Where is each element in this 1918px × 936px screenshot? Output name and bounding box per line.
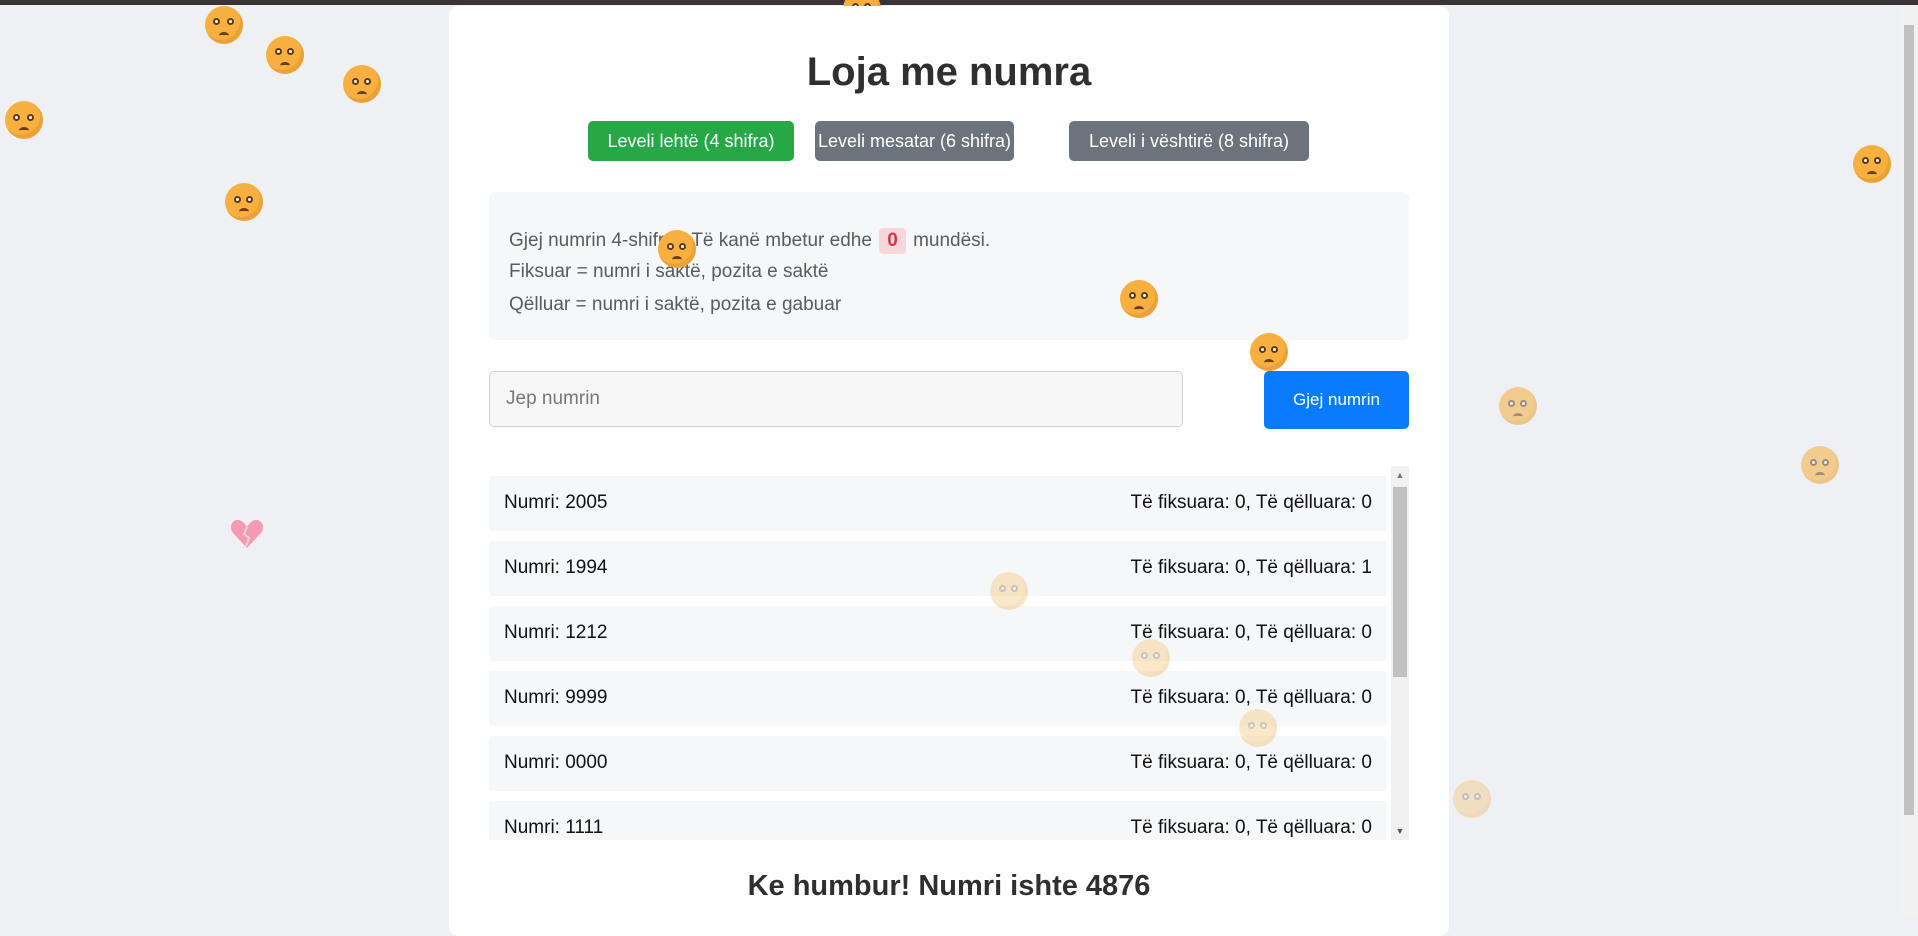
list-item: Numri: 1994 Të fiksuara: 0, Të qëlluara:…	[489, 541, 1387, 596]
anxious-face-icon	[1499, 387, 1537, 425]
crying-face-icon	[205, 6, 243, 44]
page-title: Loja me numra	[806, 50, 1092, 94]
guess-number: Numri: 9999	[504, 687, 608, 708]
anxious-face-icon	[1239, 709, 1277, 747]
guess-button[interactable]: Gjej numrin	[1264, 371, 1409, 429]
game-card: Loja me numra Leveli lehtë (4 shifra) Le…	[449, 6, 1449, 936]
result-message: Ke humbur! Numri ishte 4876	[747, 870, 1151, 902]
guess-result: Të fiksuara: 0, Të qëlluara: 1	[1130, 557, 1373, 578]
instructions-line-3: Qëlluar = numri i saktë, pozita e gabuar	[509, 294, 842, 315]
crying-face-icon	[1853, 145, 1891, 183]
level-selector: Leveli lehtë (4 shifra) Leveli mesatar (…	[449, 121, 1449, 161]
anxious-face-icon	[1801, 446, 1839, 484]
scroll-up-arrow-icon[interactable]: ▲	[1391, 470, 1409, 480]
list-item: Numri: 1212 Të fiksuara: 0, Të qëlluara:…	[489, 606, 1387, 661]
instructions-box: Gjej numrin 4-shifror! Të kanë mbetur ed…	[489, 192, 1409, 340]
guess-number: Numri: 0000	[504, 752, 608, 773]
browser-top-edge	[0, 0, 1918, 5]
broken-heart-icon	[230, 519, 264, 548]
list-item: Numri: 1111 Të fiksuara: 0, Të qëlluara:…	[489, 801, 1387, 840]
level-medium-button[interactable]: Leveli mesatar (6 shifra)	[815, 121, 1014, 161]
guess-number: Numri: 1994	[504, 557, 608, 578]
sad-face-icon	[266, 36, 304, 74]
guess-result: Të fiksuara: 0, Të qëlluara: 0	[1130, 622, 1373, 643]
anxious-face-icon	[658, 230, 696, 268]
anxious-face-icon	[1453, 780, 1491, 818]
guess-number: Numri: 2005	[504, 492, 608, 513]
crying-face-icon	[1120, 280, 1158, 318]
anxious-face-icon	[990, 572, 1028, 610]
guess-result: Të fiksuara: 0, Të qëlluara: 0	[1130, 687, 1373, 708]
guess-number: Numri: 1212	[504, 622, 608, 643]
guess-result: Të fiksuara: 0, Të qëlluara: 0	[1130, 817, 1373, 838]
instructions-line-1: Gjej numrin 4-shifror! Të kanë mbetur ed…	[509, 228, 990, 254]
anxious-face-icon	[5, 101, 43, 139]
crying-face-icon	[1132, 639, 1170, 677]
instructions-text-end: mundësi.	[913, 230, 991, 251]
level-hard-button[interactable]: Leveli i vështirë (8 shifra)	[1069, 121, 1309, 161]
remaining-attempts-badge: 0	[879, 228, 906, 254]
anxious-face-icon	[343, 65, 381, 103]
guess-history-list[interactable]: Numri: 2005 Të fiksuara: 0, Të qëlluara:…	[489, 466, 1409, 840]
list-item: Numri: 2005 Të fiksuara: 0, Të qëlluara:…	[489, 476, 1387, 531]
scroll-down-arrow-icon[interactable]: ▼	[1391, 826, 1409, 836]
guess-number: Numri: 1111	[504, 817, 604, 838]
crying-face-icon	[225, 183, 263, 221]
page-scrollbar[interactable]	[1900, 5, 1918, 916]
anxious-face-icon	[1250, 333, 1288, 371]
level-easy-button[interactable]: Leveli lehtë (4 shifra)	[588, 121, 794, 161]
guess-result: Të fiksuara: 0, Të qëlluara: 0	[1130, 492, 1373, 513]
history-scroll-thumb[interactable]	[1393, 487, 1407, 677]
page-scroll-thumb[interactable]	[1904, 25, 1914, 815]
number-input[interactable]	[489, 371, 1183, 427]
guess-result: Të fiksuara: 0, Të qëlluara: 0	[1130, 752, 1373, 773]
history-scrollbar[interactable]: ▲ ▼	[1391, 466, 1409, 840]
